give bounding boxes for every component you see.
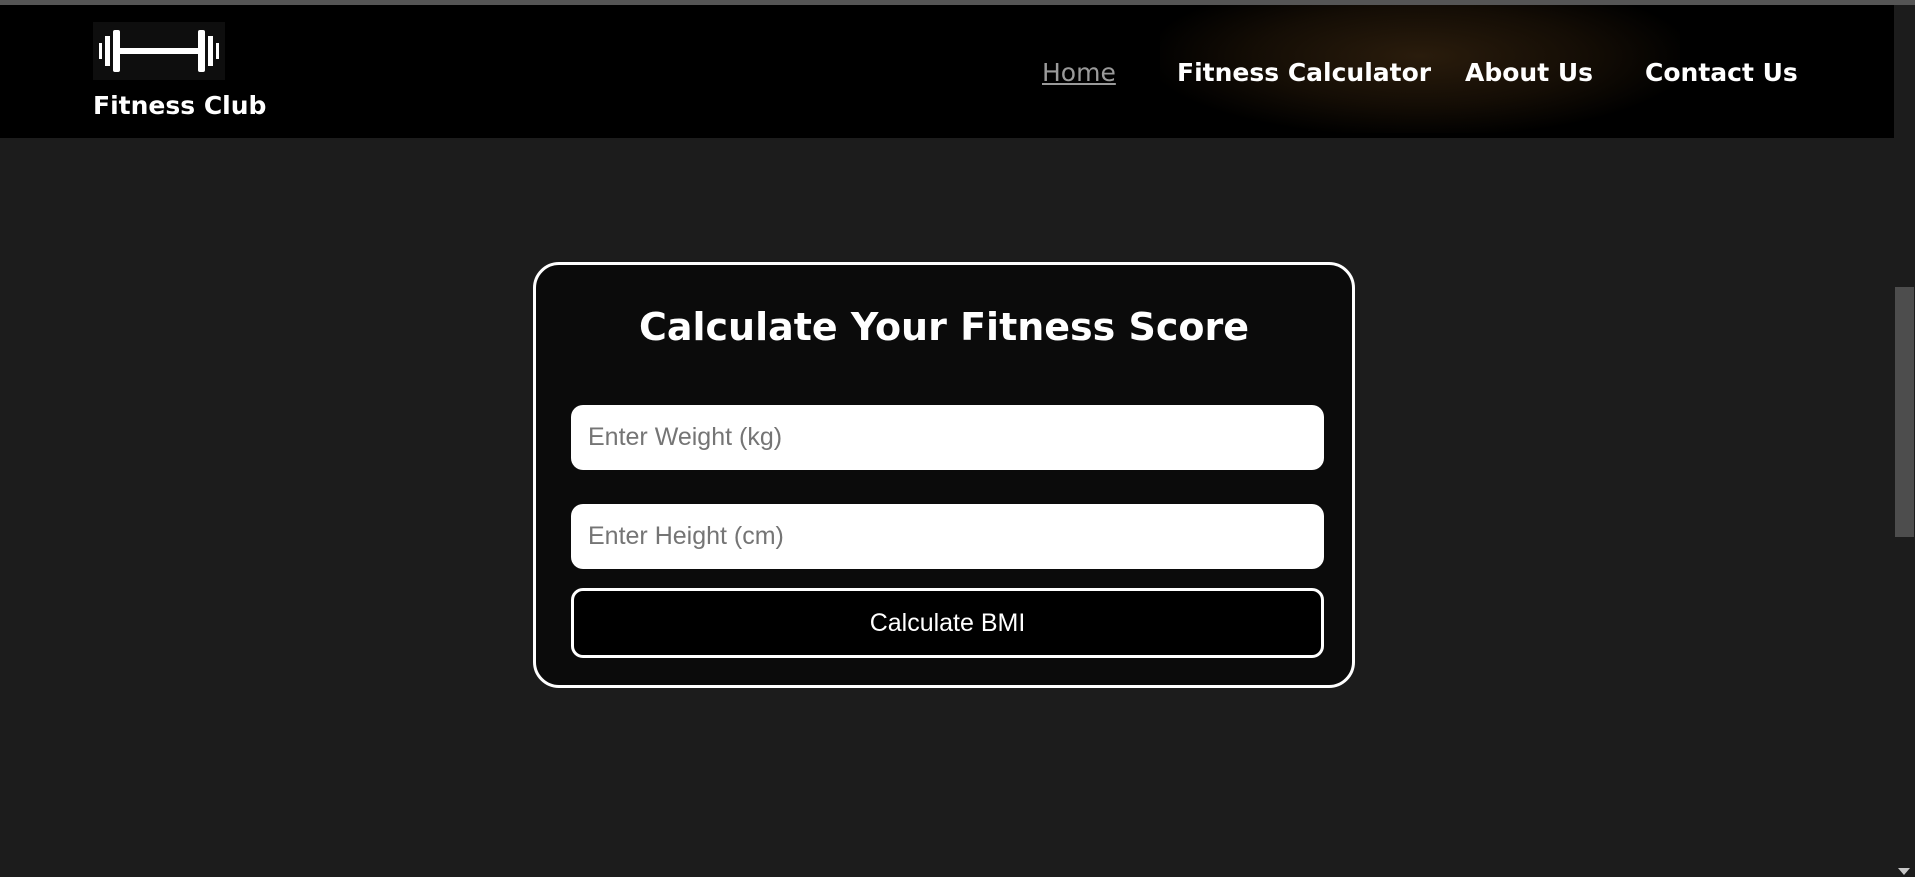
- fitness-calculator-card: Calculate Your Fitness Score Calculate B…: [533, 262, 1355, 688]
- navbar: Fitness Club Home Fitness Calculator Abo…: [0, 5, 1894, 138]
- vertical-scrollbar[interactable]: [1894, 5, 1915, 877]
- calculate-bmi-button[interactable]: Calculate BMI: [571, 588, 1324, 658]
- height-input[interactable]: [571, 504, 1324, 569]
- page: Fitness Club Home Fitness Calculator Abo…: [0, 0, 1915, 877]
- nav-contact-us[interactable]: Contact Us: [1645, 58, 1798, 87]
- nav-about-us[interactable]: About Us: [1465, 58, 1593, 87]
- nav-home[interactable]: Home: [1042, 58, 1116, 87]
- chevron-down-icon[interactable]: [1898, 868, 1910, 875]
- scrollbar-thumb[interactable]: [1895, 287, 1914, 537]
- main-nav: Home Fitness Calculator About Us Contact…: [0, 58, 1894, 98]
- weight-input[interactable]: [571, 405, 1324, 470]
- nav-fitness-calculator[interactable]: Fitness Calculator: [1177, 58, 1431, 87]
- calculator-title: Calculate Your Fitness Score: [638, 305, 1250, 349]
